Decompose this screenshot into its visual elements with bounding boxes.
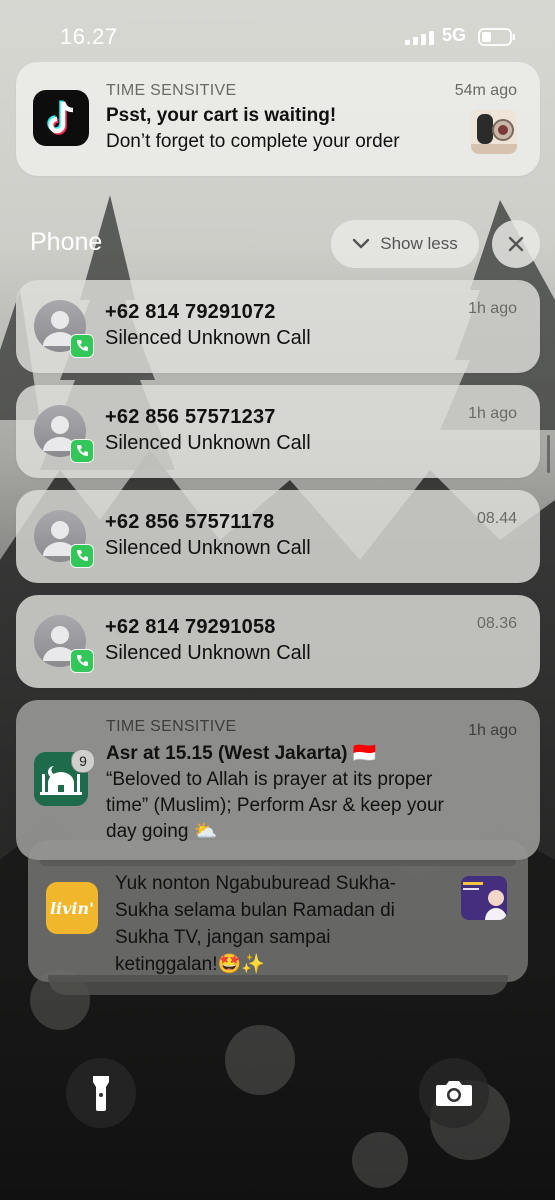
call-status: Silenced Unknown Call — [105, 642, 311, 664]
caller-number: +62 856 57571178 — [105, 511, 275, 533]
time-sensitive-label: TIME SENSITIVE — [106, 82, 237, 99]
phone-app-icon — [70, 439, 94, 463]
call-time: 08.36 — [476, 615, 517, 632]
livin-app-icon: livin' — [46, 882, 98, 934]
phone-group-title: Phone — [30, 228, 103, 256]
flashlight-icon — [93, 1076, 109, 1111]
notification-body: “Beloved to Allah is prayer at its prope… — [106, 769, 444, 842]
product-thumbnail — [471, 110, 517, 154]
battery-icon — [478, 28, 515, 46]
clear-group-button[interactable] — [492, 220, 540, 268]
call-status: Silenced Unknown Call — [105, 537, 311, 559]
chevron-down-icon — [353, 238, 370, 249]
phone-app-icon — [70, 544, 94, 568]
phone-app-icon — [70, 649, 94, 673]
network-type: 5G — [442, 25, 467, 45]
notification-title: Psst, your cart is waiting! — [106, 105, 337, 126]
call-status: Silenced Unknown Call — [105, 327, 311, 349]
time-sensitive-label: TIME SENSITIVE — [106, 718, 237, 735]
call-time: 1h ago — [468, 405, 517, 422]
phone-app-icon — [70, 334, 94, 358]
caller-number: +62 856 57571237 — [105, 406, 276, 428]
caller-number: +62 814 79291072 — [105, 301, 276, 323]
show-less-label: Show less — [380, 234, 458, 253]
flashlight-button[interactable] — [66, 1058, 136, 1128]
close-icon — [508, 236, 524, 252]
notification-time: 1h ago — [468, 722, 517, 739]
status-bar: 16.27 5G — [0, 0, 555, 70]
stack-shadow-layer — [48, 975, 508, 995]
caller-number: +62 814 79291058 — [105, 616, 276, 638]
call-status: Silenced Unknown Call — [105, 432, 311, 454]
camera-button[interactable] — [419, 1058, 489, 1128]
stacked-notification-body: Yuk nonton Ngabuburead Sukha- Sukha sela… — [115, 873, 396, 975]
notification-count-badge: 9 — [71, 749, 95, 773]
cellular-signal-icon — [405, 31, 434, 45]
scroll-indicator[interactable] — [547, 435, 550, 473]
camera-icon — [436, 1081, 472, 1106]
notification-title: Asr at 15.15 (West Jakarta) 🇮🇩 — [106, 743, 377, 764]
show-less-button[interactable]: Show less — [331, 220, 479, 268]
tiktok-icon — [33, 90, 89, 146]
call-time: 1h ago — [468, 300, 517, 317]
call-time: 08.44 — [476, 510, 517, 527]
notification-body: Don’t forget to complete your order — [106, 131, 400, 152]
status-time: 16.27 — [60, 24, 118, 49]
notification-time: 54m ago — [454, 82, 517, 99]
promo-thumbnail — [461, 876, 507, 920]
